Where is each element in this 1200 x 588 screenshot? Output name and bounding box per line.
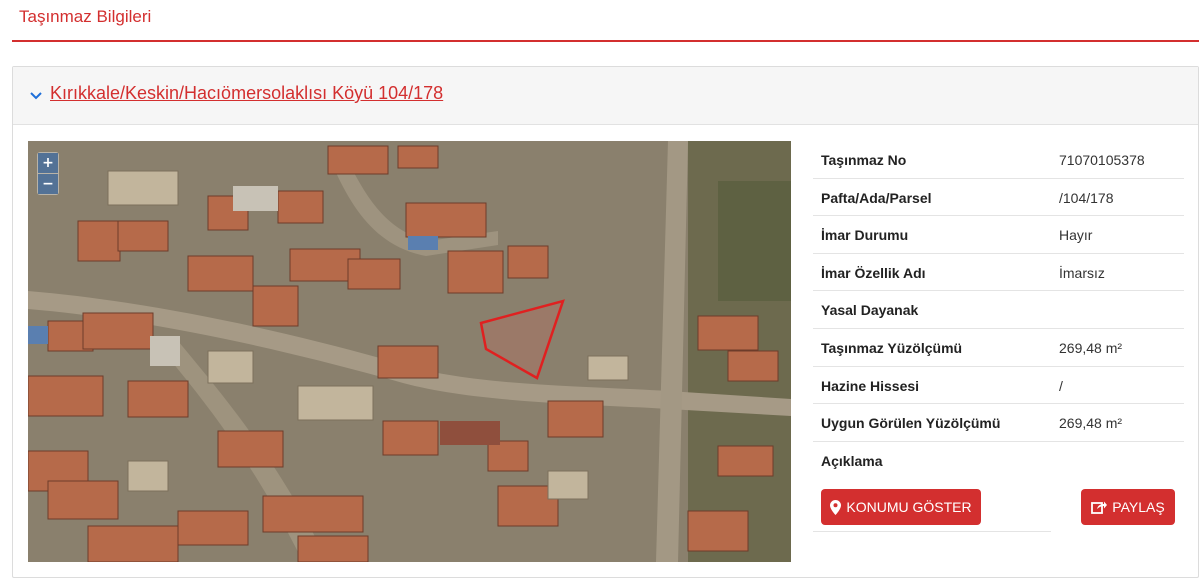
detail-label: Taşınmaz No: [821, 152, 907, 168]
satellite-imagery: [28, 141, 791, 562]
detail-label: Açıklama: [821, 452, 883, 469]
detail-row-legal-basis: Yasal Dayanak: [813, 291, 1184, 329]
detail-row-approved-area: Uygun Görülen Yüzölçümü 269,48 m²: [813, 404, 1184, 442]
satellite-map[interactable]: + −: [28, 141, 791, 562]
parcel-details-table: Taşınmaz No 71070105378 Pafta/Ada/Parsel…: [813, 141, 1184, 533]
share-button[interactable]: PAYLAŞ: [1081, 489, 1175, 526]
detail-row-parcel-no: Taşınmaz No 71070105378: [813, 141, 1184, 179]
detail-label: Uygun Görülen Yüzölçümü: [821, 415, 1001, 432]
action-buttons: KONUMU GÖSTER PAYLAŞ: [813, 479, 1184, 533]
zoom-in-button[interactable]: +: [38, 153, 58, 173]
share-icon: [1091, 501, 1108, 515]
detail-row-sheet-block-parcel: Pafta/Ada/Parsel /104/178: [813, 179, 1184, 217]
detail-row-area: Taşınmaz Yüzölçümü 269,48 m²: [813, 329, 1184, 367]
divider: [813, 531, 1051, 533]
parcel-card-header[interactable]: Kırıkkale/Keskin/Hacıömersolaklısı Köyü …: [13, 67, 1198, 125]
map-marker-icon: [830, 499, 842, 515]
detail-label: Pafta/Ada/Parsel: [821, 189, 932, 206]
show-location-button[interactable]: KONUMU GÖSTER: [821, 489, 981, 526]
page-header: Taşınmaz Bilgileri: [12, 0, 1199, 42]
detail-label: Taşınmaz Yüzölçümü: [821, 339, 963, 356]
page-title: Taşınmaz Bilgileri: [19, 7, 152, 26]
detail-value: 269,48 m²: [1059, 339, 1123, 356]
detail-row-zoning-type: İmar Özellik Adı İmarsız: [813, 254, 1184, 292]
detail-label: İmar Durumu: [821, 227, 909, 244]
parcel-title-link[interactable]: Kırıkkale/Keskin/Hacıömersolaklısı Köyü …: [50, 83, 443, 104]
detail-row-zoning-status: İmar Durumu Hayır: [813, 216, 1184, 254]
parcel-card: Kırıkkale/Keskin/Hacıömersolaklısı Köyü …: [12, 66, 1199, 578]
show-location-label: KONUMU GÖSTER: [846, 499, 972, 516]
detail-label: İmar Özellik Adı: [821, 264, 926, 281]
share-label: PAYLAŞ: [1112, 499, 1165, 516]
detail-label: Hazine Hissesi: [821, 377, 920, 394]
detail-value: Hayır: [1059, 227, 1093, 244]
detail-value: 71070105378: [1059, 152, 1145, 168]
detail-value: 269,48 m²: [1059, 415, 1123, 432]
detail-value: İmarsız: [1059, 264, 1105, 281]
detail-value: /: [1059, 377, 1063, 394]
zoom-out-button[interactable]: −: [38, 174, 58, 194]
detail-row-description: Açıklama: [813, 442, 1184, 480]
chevron-down-icon[interactable]: [29, 89, 43, 103]
detail-row-treasury-share: Hazine Hissesi /: [813, 367, 1184, 405]
detail-label: Yasal Dayanak: [821, 302, 919, 319]
map-zoom-controls: + −: [37, 152, 59, 195]
detail-value: /104/178: [1059, 189, 1114, 206]
